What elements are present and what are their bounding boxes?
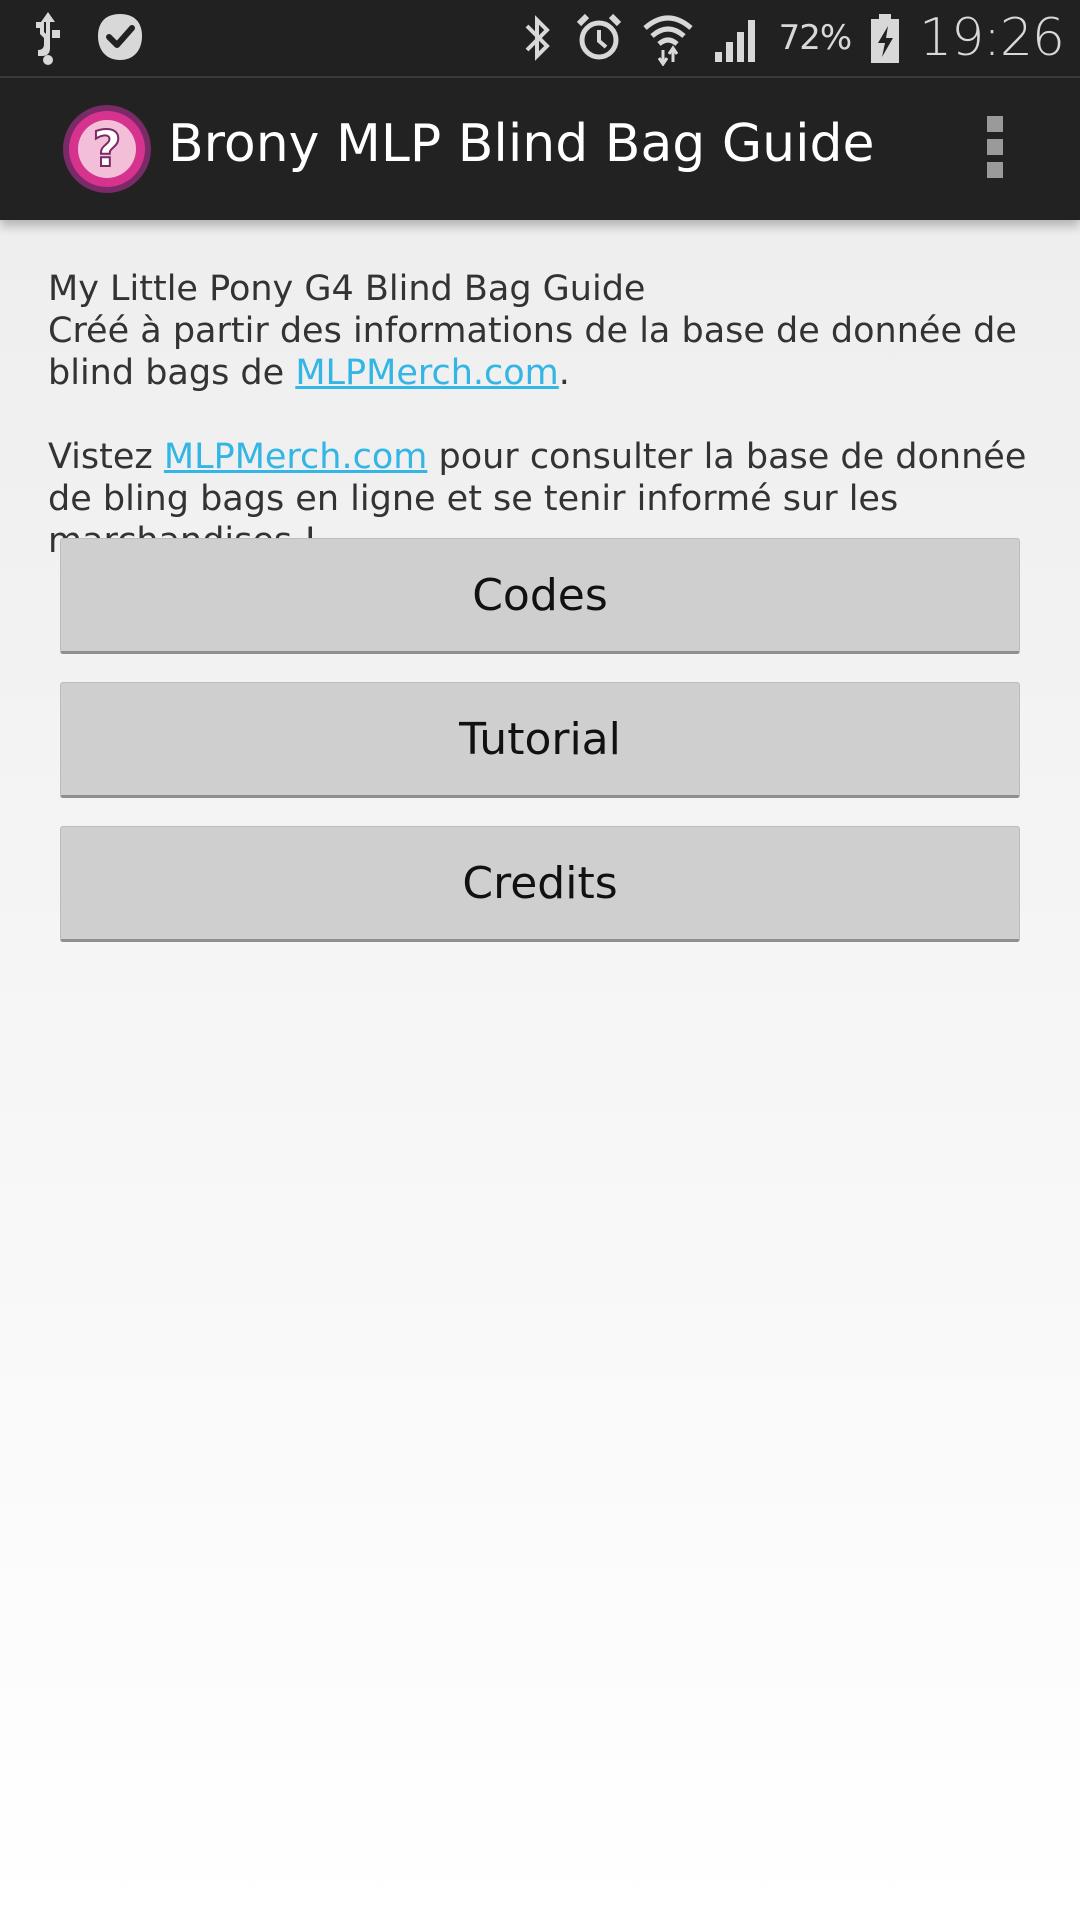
codes-button[interactable]: Codes [60, 538, 1020, 654]
checkmark-badge-icon [94, 8, 146, 68]
bluetooth-icon [519, 10, 557, 66]
app-title: Brony MLP Blind Bag Guide [168, 114, 875, 174]
intro-line-2-suffix: . [558, 353, 570, 393]
battery-charging-icon [867, 10, 903, 66]
usb-icon [28, 8, 68, 68]
mlpmerch-link-1[interactable]: MLPMerch.com [295, 353, 558, 393]
tutorial-button[interactable]: Tutorial [60, 682, 1020, 798]
battery-percent: 72% [778, 18, 853, 58]
credits-button[interactable]: Credits [60, 826, 1020, 942]
action-bar: ? Brony MLP Blind Bag Guide [0, 76, 1080, 220]
status-bar: 72% 19:26 [0, 0, 1080, 76]
question-mark-icon[interactable]: ? [62, 104, 152, 194]
mlpmerch-link-2[interactable]: MLPMerch.com [164, 437, 427, 477]
svg-text:?: ? [92, 120, 121, 178]
intro-text: My Little Pony G4 Blind Bag Guide Créé à… [48, 268, 1048, 562]
overflow-menu-icon[interactable] [980, 116, 1010, 182]
alarm-icon [573, 10, 625, 66]
intro-line-2: Créé à partir des informations de la bas… [48, 310, 1048, 394]
wifi-icon [641, 10, 695, 66]
signal-icon [711, 10, 763, 66]
intro-line-1: My Little Pony G4 Blind Bag Guide [48, 269, 646, 309]
intro-line-3-prefix: Vistez [48, 437, 164, 477]
clock: 19:26 [919, 8, 1065, 68]
